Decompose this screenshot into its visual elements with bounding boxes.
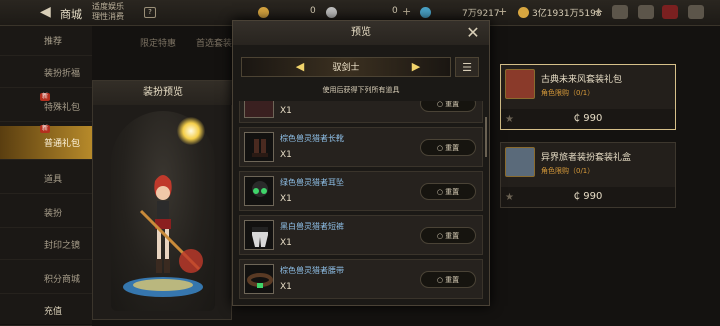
light-orb-icon xyxy=(177,117,205,145)
sidebar-item-items[interactable]: 道具 xyxy=(0,166,92,194)
currency-symbol: ₵ xyxy=(573,113,581,124)
sidebar-item-seal-mirror[interactable]: 封印之镜 xyxy=(0,232,92,260)
modal-title: 预览 xyxy=(233,21,489,45)
sidebar-item-recommended[interactable]: 推荐 xyxy=(0,28,92,56)
price-button[interactable]: ₵ 990 xyxy=(501,109,675,129)
purchase-limit: 角色限购（0/1） xyxy=(541,167,595,175)
chat-icon[interactable] xyxy=(638,5,654,19)
reset-icon: ○ xyxy=(436,144,443,152)
product-card-otherworld-traveler[interactable]: 异界旅者装扮套装礼盒 角色限购（0/1） ₵ 990 ★ xyxy=(500,142,676,208)
purchase-limit: 角色限购（0/1） xyxy=(541,89,595,97)
list-item: X1 ○ 重置 xyxy=(239,101,483,123)
earring-icon xyxy=(244,176,274,206)
sidebar-item-normal-pack[interactable]: 新普通礼包 xyxy=(0,125,92,160)
reset-icon: ○ xyxy=(436,232,443,240)
price-value: 990 xyxy=(583,191,603,202)
notice-line-1: 适度娱乐 xyxy=(92,2,124,11)
reset-button[interactable]: ○ 重置 xyxy=(420,183,476,200)
healthy-gaming-notice: 适度娱乐 理性消费 xyxy=(92,2,124,22)
reset-icon: ○ xyxy=(436,188,443,196)
item-quantity: X1 xyxy=(280,106,292,116)
item-quantity: X1 xyxy=(280,282,292,292)
reset-button[interactable]: ○ 重置 xyxy=(420,139,476,156)
item-name: 棕色兽灵猎者腰带 xyxy=(280,266,344,275)
list-item: 棕色兽灵猎者腰带 X1 ○ 重置 xyxy=(239,259,483,299)
list-item: 黑白兽灵猎者短裤 X1 ○ 重置 xyxy=(239,215,483,255)
item-quantity: X1 xyxy=(280,194,292,204)
item-list[interactable]: X1 ○ 重置 棕色兽灵猎者长靴 X1 ○ 重置 绿色兽灵猎者耳坠 X1 ○ 重… xyxy=(239,101,483,301)
item-icon xyxy=(244,101,274,118)
tab-preferred-set[interactable]: 首选套装 xyxy=(196,36,232,49)
item-name: 棕色兽灵猎者长靴 xyxy=(280,134,344,143)
reset-button[interactable]: ○ 重置 xyxy=(420,271,476,288)
sidebar-item-avatar-discount[interactable]: 装扮折福 xyxy=(0,60,92,88)
menu-icon[interactable] xyxy=(688,5,704,19)
list-scrollbar[interactable] xyxy=(485,117,487,157)
currency-4-value: 3亿1931万5198 xyxy=(532,9,602,19)
mail-icon[interactable] xyxy=(662,5,678,19)
gold-icon xyxy=(518,7,529,18)
next-class-arrow-icon[interactable]: ▶ xyxy=(409,57,423,77)
list-item: 棕色兽灵猎者长靴 X1 ○ 重置 xyxy=(239,127,483,167)
product-name: 古典未来风套装礼包 xyxy=(541,75,623,85)
list-item: 绿色兽灵猎者耳坠 X1 ○ 重置 xyxy=(239,171,483,211)
add-currency-4-button[interactable]: + xyxy=(594,5,603,18)
item-name: 黑白兽灵猎者短裤 xyxy=(280,222,344,231)
currency-2-value: 0 xyxy=(392,6,398,16)
item-quantity: X1 xyxy=(280,238,292,248)
silver-coin-icon xyxy=(326,7,337,18)
reset-button[interactable]: ○ 重置 xyxy=(420,227,476,244)
currency-1-value: 0 xyxy=(310,6,316,16)
add-currency-2-button[interactable]: + xyxy=(402,5,411,18)
price-button[interactable]: ₵ 990 xyxy=(501,187,675,207)
favorite-star-icon[interactable]: ★ xyxy=(505,114,514,125)
coin-icon xyxy=(258,7,269,18)
modal-subtitle: 使用后获得下列所有道具 xyxy=(322,86,400,94)
sidebar-item-recharge[interactable]: 充值 xyxy=(0,298,92,326)
product-thumbnail xyxy=(505,147,535,177)
item-quantity: X1 xyxy=(280,150,292,160)
product-name: 异界旅者装扮套装礼盒 xyxy=(541,153,632,163)
gift-icon[interactable] xyxy=(612,5,628,19)
item-name: 绿色兽灵猎者耳坠 xyxy=(280,178,344,187)
avatar-preview-panel: 装扮预览 xyxy=(92,80,233,320)
sidebar-item-avatar[interactable]: 装扮 xyxy=(0,200,92,228)
notice-line-2: 理性消费 xyxy=(92,12,124,21)
gem-icon xyxy=(420,7,431,18)
filter-settings-icon[interactable]: ☰ xyxy=(455,57,479,77)
reset-icon: ○ xyxy=(436,101,443,108)
add-currency-3-button[interactable]: + xyxy=(498,5,507,18)
back-arrow-icon[interactable]: ◀ xyxy=(40,4,56,20)
sidebar-item-points-shop[interactable]: 积分商城 xyxy=(0,266,92,294)
prev-class-arrow-icon[interactable]: ◀ xyxy=(293,57,307,77)
belt-icon xyxy=(244,264,274,294)
page-title: 商城 xyxy=(60,8,82,21)
preview-title: 装扮预览 xyxy=(93,81,233,105)
sidebar-item-special-pack[interactable]: 新特殊礼包 xyxy=(0,93,92,122)
product-thumbnail xyxy=(505,69,535,99)
boots-icon xyxy=(244,132,274,162)
new-badge: 新 xyxy=(40,125,51,133)
close-icon[interactable]: ✕ xyxy=(463,23,483,43)
product-card-classic-future[interactable]: 古典未来风套装礼包 角色限购（0/1） ₵ 990 ★ xyxy=(500,64,676,130)
favorite-star-icon[interactable]: ★ xyxy=(505,192,514,203)
price-value: 990 xyxy=(583,113,603,124)
new-badge: 新 xyxy=(40,93,51,101)
category-sidebar: 推荐 装扮折福 新特殊礼包 新普通礼包 道具 装扮 封印之镜 积分商城 充值 xyxy=(0,26,92,326)
shorts-icon xyxy=(244,220,274,250)
reset-icon: ○ xyxy=(436,276,443,284)
reset-button[interactable]: ○ 重置 xyxy=(420,101,476,112)
notice-help-icon[interactable]: ? xyxy=(144,7,156,18)
currency-3-value: 7万9217 xyxy=(462,9,500,19)
currency-symbol: ₵ xyxy=(573,191,581,202)
tab-limited-offer[interactable]: 限定特惠 xyxy=(140,36,176,49)
package-preview-modal: 预览 ✕ 驭剑士 ◀ ▶ ☰ 使用后获得下列所有道具 X1 ○ 重置 棕色兽灵猎… xyxy=(232,20,490,306)
